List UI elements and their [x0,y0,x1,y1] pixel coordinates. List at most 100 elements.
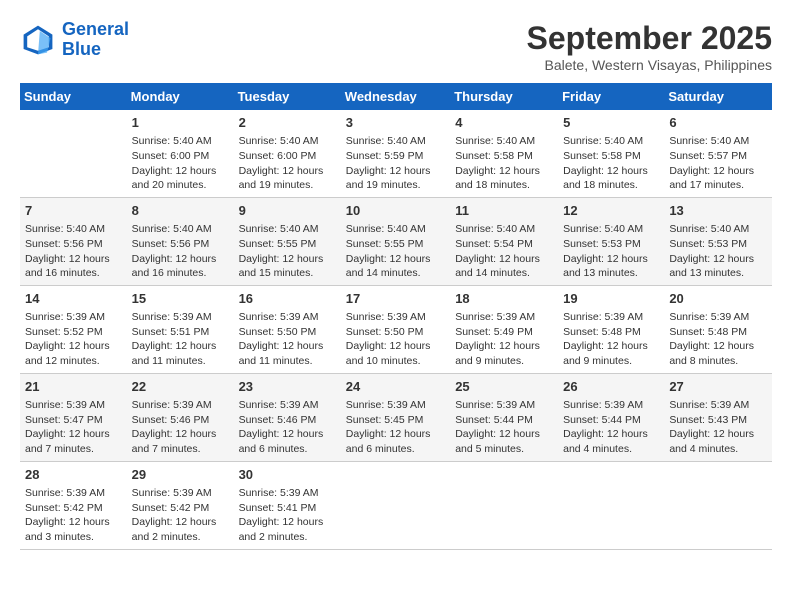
day-info: Sunrise: 5:39 AM Sunset: 5:44 PM Dayligh… [563,398,659,457]
day-info: Sunrise: 5:40 AM Sunset: 5:53 PM Dayligh… [669,222,767,281]
day-number: 2 [239,114,336,132]
weekday-header-sunday: Sunday [20,83,127,110]
day-info: Sunrise: 5:39 AM Sunset: 5:48 PM Dayligh… [669,310,767,369]
day-info: Sunrise: 5:40 AM Sunset: 5:59 PM Dayligh… [346,134,445,193]
day-number: 19 [563,290,659,308]
calendar-cell: 30 Sunrise: 5:39 AM Sunset: 5:41 PM Dayli… [234,461,341,549]
calendar-cell: 22 Sunrise: 5:39 AM Sunset: 5:46 PM Dayli… [127,373,234,461]
title-block: September 2025 Balete, Western Visayas, … [527,20,772,73]
logo: General Blue [20,20,129,60]
day-number: 12 [563,202,659,220]
day-number: 22 [132,378,229,396]
calendar-cell: 13Sunrise: 5:40 AM Sunset: 5:53 PM Dayli… [664,197,772,285]
day-number: 11 [455,202,553,220]
calendar-cell: 18 Sunrise: 5:39 AM Sunset: 5:49 PM Dayli… [450,285,558,373]
calendar-cell [558,461,664,549]
calendar-cell: 3 Sunrise: 5:40 AM Sunset: 5:59 PM Daylig… [341,110,450,197]
day-info: Sunrise: 5:39 AM Sunset: 5:41 PM Dayligh… [239,486,336,545]
day-info: Sunrise: 5:39 AM Sunset: 5:42 PM Dayligh… [132,486,229,545]
calendar-cell [450,461,558,549]
day-info: Sunrise: 5:39 AM Sunset: 5:44 PM Dayligh… [455,398,553,457]
calendar-cell: 11 Sunrise: 5:40 AM Sunset: 5:54 PM Dayli… [450,197,558,285]
day-info: Sunrise: 5:39 AM Sunset: 5:51 PM Dayligh… [132,310,229,369]
calendar-cell: 14Sunrise: 5:39 AM Sunset: 5:52 PM Dayli… [20,285,127,373]
day-info: Sunrise: 5:40 AM Sunset: 6:00 PM Dayligh… [239,134,336,193]
calendar-cell: 9Sunrise: 5:40 AM Sunset: 5:55 PM Daylig… [234,197,341,285]
day-info: Sunrise: 5:40 AM Sunset: 5:57 PM Dayligh… [669,134,767,193]
calendar-cell: 29 Sunrise: 5:39 AM Sunset: 5:42 PM Dayli… [127,461,234,549]
calendar-cell [664,461,772,549]
day-info: Sunrise: 5:39 AM Sunset: 5:48 PM Dayligh… [563,310,659,369]
calendar-cell: 12 Sunrise: 5:40 AM Sunset: 5:53 PM Dayli… [558,197,664,285]
day-number: 27 [669,378,767,396]
day-number: 7 [25,202,122,220]
calendar-cell: 15Sunrise: 5:39 AM Sunset: 5:51 PM Dayli… [127,285,234,373]
day-number: 5 [563,114,659,132]
day-number: 24 [346,378,445,396]
calendar-header: SundayMondayTuesdayWednesdayThursdayFrid… [20,83,772,110]
calendar-body: 1 Sunrise: 5:40 AM Sunset: 6:00 PM Daylig… [20,110,772,549]
weekday-header-wednesday: Wednesday [341,83,450,110]
day-number: 3 [346,114,445,132]
day-info: Sunrise: 5:40 AM Sunset: 5:56 PM Dayligh… [132,222,229,281]
day-info: Sunrise: 5:40 AM Sunset: 6:00 PM Dayligh… [132,134,229,193]
day-info: Sunrise: 5:39 AM Sunset: 5:47 PM Dayligh… [25,398,122,457]
calendar-week-row: 28 Sunrise: 5:39 AM Sunset: 5:42 PM Dayli… [20,461,772,549]
day-number: 23 [239,378,336,396]
day-info: Sunrise: 5:40 AM Sunset: 5:55 PM Dayligh… [346,222,445,281]
weekday-header-thursday: Thursday [450,83,558,110]
calendar-cell: 7 Sunrise: 5:40 AM Sunset: 5:56 PM Daylig… [20,197,127,285]
day-info: Sunrise: 5:40 AM Sunset: 5:53 PM Dayligh… [563,222,659,281]
calendar-cell: 28 Sunrise: 5:39 AM Sunset: 5:42 PM Dayli… [20,461,127,549]
calendar-table: SundayMondayTuesdayWednesdayThursdayFrid… [20,83,772,550]
calendar-week-row: 21 Sunrise: 5:39 AM Sunset: 5:47 PM Dayli… [20,373,772,461]
day-info: Sunrise: 5:39 AM Sunset: 5:43 PM Dayligh… [669,398,767,457]
weekday-header-row: SundayMondayTuesdayWednesdayThursdayFrid… [20,83,772,110]
day-info: Sunrise: 5:39 AM Sunset: 5:42 PM Dayligh… [25,486,122,545]
day-number: 8 [132,202,229,220]
calendar-cell [341,461,450,549]
day-info: Sunrise: 5:40 AM Sunset: 5:55 PM Dayligh… [239,222,336,281]
day-info: Sunrise: 5:40 AM Sunset: 5:54 PM Dayligh… [455,222,553,281]
day-number: 21 [25,378,122,396]
weekday-header-friday: Friday [558,83,664,110]
calendar-cell: 23 Sunrise: 5:39 AM Sunset: 5:46 PM Dayli… [234,373,341,461]
weekday-header-monday: Monday [127,83,234,110]
weekday-header-saturday: Saturday [664,83,772,110]
day-number: 18 [455,290,553,308]
calendar-cell: 21 Sunrise: 5:39 AM Sunset: 5:47 PM Dayli… [20,373,127,461]
day-number: 28 [25,466,122,484]
calendar-cell: 2 Sunrise: 5:40 AM Sunset: 6:00 PM Daylig… [234,110,341,197]
day-number: 1 [132,114,229,132]
page-header: General Blue September 2025 Balete, West… [20,20,772,73]
calendar-cell: 26 Sunrise: 5:39 AM Sunset: 5:44 PM Dayli… [558,373,664,461]
day-number: 26 [563,378,659,396]
calendar-cell: 20 Sunrise: 5:39 AM Sunset: 5:48 PM Dayli… [664,285,772,373]
calendar-cell [20,110,127,197]
day-number: 29 [132,466,229,484]
logo-line2: Blue [62,39,101,59]
day-info: Sunrise: 5:39 AM Sunset: 5:46 PM Dayligh… [132,398,229,457]
day-number: 6 [669,114,767,132]
calendar-week-row: 1 Sunrise: 5:40 AM Sunset: 6:00 PM Daylig… [20,110,772,197]
day-info: Sunrise: 5:39 AM Sunset: 5:46 PM Dayligh… [239,398,336,457]
logo-icon [20,22,56,58]
day-info: Sunrise: 5:40 AM Sunset: 5:56 PM Dayligh… [25,222,122,281]
calendar-cell: 17Sunrise: 5:39 AM Sunset: 5:50 PM Dayli… [341,285,450,373]
calendar-cell: 19 Sunrise: 5:39 AM Sunset: 5:48 PM Dayli… [558,285,664,373]
calendar-cell: 27 Sunrise: 5:39 AM Sunset: 5:43 PM Dayli… [664,373,772,461]
day-number: 20 [669,290,767,308]
logo-text: General Blue [62,20,129,60]
calendar-cell: 6 Sunrise: 5:40 AM Sunset: 5:57 PM Daylig… [664,110,772,197]
location: Balete, Western Visayas, Philippines [527,57,772,73]
calendar-cell: 8 Sunrise: 5:40 AM Sunset: 5:56 PM Daylig… [127,197,234,285]
logo-line1: General [62,19,129,39]
day-number: 10 [346,202,445,220]
day-number: 30 [239,466,336,484]
day-info: Sunrise: 5:40 AM Sunset: 5:58 PM Dayligh… [563,134,659,193]
day-info: Sunrise: 5:39 AM Sunset: 5:49 PM Dayligh… [455,310,553,369]
calendar-cell: 1 Sunrise: 5:40 AM Sunset: 6:00 PM Daylig… [127,110,234,197]
calendar-week-row: 14Sunrise: 5:39 AM Sunset: 5:52 PM Dayli… [20,285,772,373]
weekday-header-tuesday: Tuesday [234,83,341,110]
day-info: Sunrise: 5:39 AM Sunset: 5:50 PM Dayligh… [239,310,336,369]
